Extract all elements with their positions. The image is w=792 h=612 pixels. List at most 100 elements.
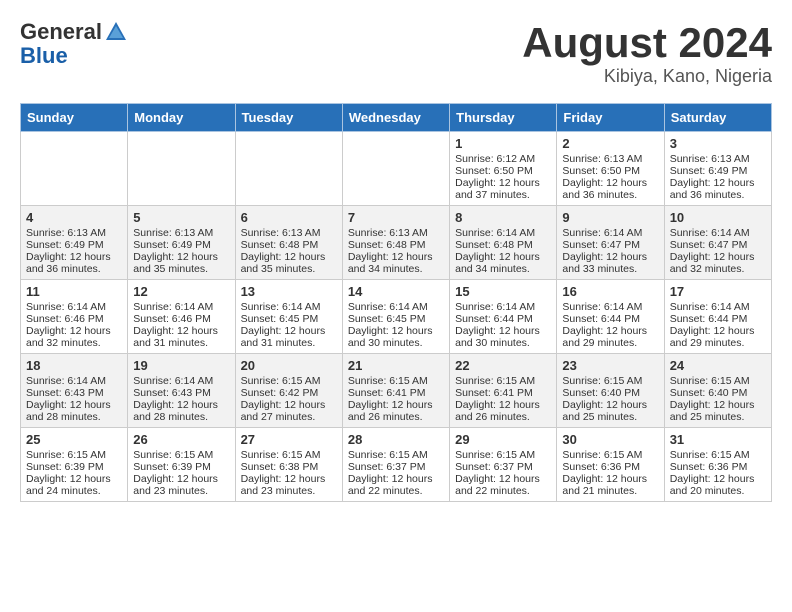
day-content: Sunrise: 6:15 AM [133,449,229,461]
table-row [235,132,342,206]
table-row: 31Sunrise: 6:15 AMSunset: 6:36 PMDayligh… [664,428,771,502]
day-content: Sunrise: 6:14 AM [670,227,766,239]
day-content: Sunset: 6:37 PM [348,461,444,473]
day-content: Sunset: 6:42 PM [241,387,337,399]
table-row: 12Sunrise: 6:14 AMSunset: 6:46 PMDayligh… [128,280,235,354]
day-content: Daylight: 12 hours and 34 minutes. [348,251,444,275]
day-content: Sunrise: 6:15 AM [455,375,551,387]
calendar-week-row: 4Sunrise: 6:13 AMSunset: 6:49 PMDaylight… [21,206,772,280]
day-content: Sunset: 6:39 PM [133,461,229,473]
table-row: 11Sunrise: 6:14 AMSunset: 6:46 PMDayligh… [21,280,128,354]
table-row: 18Sunrise: 6:14 AMSunset: 6:43 PMDayligh… [21,354,128,428]
day-content: Sunset: 6:36 PM [562,461,658,473]
day-content: Daylight: 12 hours and 36 minutes. [670,177,766,201]
day-content: Daylight: 12 hours and 20 minutes. [670,473,766,497]
table-row: 15Sunrise: 6:14 AMSunset: 6:44 PMDayligh… [450,280,557,354]
day-number: 21 [348,358,444,373]
logo-blue: Blue [20,44,128,68]
day-content: Daylight: 12 hours and 28 minutes. [26,399,122,423]
day-content: Sunset: 6:50 PM [455,165,551,177]
day-content: Daylight: 12 hours and 25 minutes. [562,399,658,423]
day-content: Sunset: 6:50 PM [562,165,658,177]
day-content: Sunrise: 6:13 AM [348,227,444,239]
table-row: 25Sunrise: 6:15 AMSunset: 6:39 PMDayligh… [21,428,128,502]
col-saturday: Saturday [664,104,771,132]
table-row: 21Sunrise: 6:15 AMSunset: 6:41 PMDayligh… [342,354,449,428]
table-row [21,132,128,206]
day-content: Sunrise: 6:13 AM [241,227,337,239]
table-row: 2 Sunrise: 6:13 AMSunset: 6:50 PMDaylight… [557,132,664,206]
table-row: 26Sunrise: 6:15 AMSunset: 6:39 PMDayligh… [128,428,235,502]
logo-icon [104,20,128,44]
day-content: Daylight: 12 hours and 37 minutes. [455,177,551,201]
table-row: 1Sunrise: 6:12 AMSunset: 6:50 PMDaylight… [450,132,557,206]
day-content: Daylight: 12 hours and 31 minutes. [133,325,229,349]
day-content: Sunset: 6:47 PM [670,239,766,251]
day-content: Daylight: 12 hours and 34 minutes. [455,251,551,275]
day-content: Sunrise: 6:14 AM [241,301,337,313]
day-content: Sunrise: 6:15 AM [562,375,658,387]
day-content: Daylight: 12 hours and 30 minutes. [455,325,551,349]
day-number: 23 [562,358,658,373]
day-content: Daylight: 12 hours and 22 minutes. [455,473,551,497]
page-header: General Blue August 2024 Kibiya, Kano, N… [20,20,772,87]
table-row: 6Sunrise: 6:13 AMSunset: 6:48 PMDaylight… [235,206,342,280]
day-number: 11 [26,284,122,299]
day-number: 2 [562,136,658,151]
day-content: Sunset: 6:48 PM [455,239,551,251]
day-content: Daylight: 12 hours and 36 minutes. [26,251,122,275]
table-row [128,132,235,206]
table-row: 14Sunrise: 6:14 AMSunset: 6:45 PMDayligh… [342,280,449,354]
table-row: 27Sunrise: 6:15 AMSunset: 6:38 PMDayligh… [235,428,342,502]
day-number: 28 [348,432,444,447]
day-content: Sunrise: 6:15 AM [348,375,444,387]
table-row: 9Sunrise: 6:14 AMSunset: 6:47 PMDaylight… [557,206,664,280]
day-content: Daylight: 12 hours and 28 minutes. [133,399,229,423]
calendar-week-row: 11Sunrise: 6:14 AMSunset: 6:46 PMDayligh… [21,280,772,354]
day-content: Sunset: 6:41 PM [348,387,444,399]
day-content: Daylight: 12 hours and 23 minutes. [241,473,337,497]
day-content: Sunrise: 6:15 AM [26,449,122,461]
day-number: 9 [562,210,658,225]
month-title: August 2024 [522,20,772,66]
day-number: 10 [670,210,766,225]
table-row: 22Sunrise: 6:15 AMSunset: 6:41 PMDayligh… [450,354,557,428]
day-content: Sunset: 6:37 PM [455,461,551,473]
table-row: 5Sunrise: 6:13 AMSunset: 6:49 PMDaylight… [128,206,235,280]
day-number: 8 [455,210,551,225]
day-content: Daylight: 12 hours and 33 minutes. [562,251,658,275]
day-content: Sunrise: 6:15 AM [348,449,444,461]
day-number: 22 [455,358,551,373]
day-content: Sunrise: 6:14 AM [26,375,122,387]
day-content: Sunset: 6:40 PM [670,387,766,399]
day-number: 7 [348,210,444,225]
day-content: Sunrise: 6:13 AM [562,153,658,165]
day-content: Daylight: 12 hours and 32 minutes. [670,251,766,275]
day-content: Sunrise: 6:14 AM [670,301,766,313]
day-number: 31 [670,432,766,447]
day-content: Sunrise: 6:14 AM [133,375,229,387]
logo-general: General [20,20,102,44]
col-wednesday: Wednesday [342,104,449,132]
day-content: Sunrise: 6:12 AM [455,153,551,165]
day-content: Daylight: 12 hours and 24 minutes. [26,473,122,497]
day-content: Sunset: 6:43 PM [133,387,229,399]
day-content: Sunrise: 6:13 AM [670,153,766,165]
day-number: 19 [133,358,229,373]
table-row: 28Sunrise: 6:15 AMSunset: 6:37 PMDayligh… [342,428,449,502]
table-row: 30Sunrise: 6:15 AMSunset: 6:36 PMDayligh… [557,428,664,502]
day-content: Sunset: 6:48 PM [241,239,337,251]
table-row: 10 Sunrise: 6:14 AMSunset: 6:47 PMDayligh… [664,206,771,280]
day-content: Daylight: 12 hours and 31 minutes. [241,325,337,349]
day-content: Sunset: 6:49 PM [133,239,229,251]
title-block: August 2024 Kibiya, Kano, Nigeria [522,20,772,87]
day-number: 24 [670,358,766,373]
calendar-week-row: 25Sunrise: 6:15 AMSunset: 6:39 PMDayligh… [21,428,772,502]
table-row [342,132,449,206]
day-content: Daylight: 12 hours and 36 minutes. [562,177,658,201]
day-content: Sunrise: 6:14 AM [562,227,658,239]
day-content: Sunset: 6:44 PM [455,313,551,325]
col-tuesday: Tuesday [235,104,342,132]
col-friday: Friday [557,104,664,132]
day-number: 18 [26,358,122,373]
